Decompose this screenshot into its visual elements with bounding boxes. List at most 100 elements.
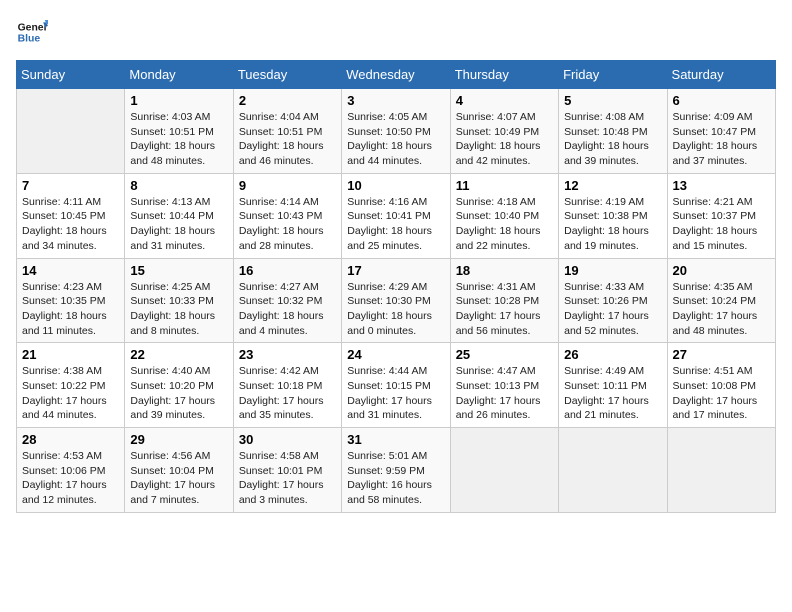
calendar-cell: 25 Sunrise: 4:47 AM Sunset: 10:13 PM Dayl… bbox=[450, 343, 558, 428]
svg-text:General: General bbox=[18, 22, 48, 33]
calendar-cell: 31Sunrise: 5:01 AM Sunset: 9:59 PM Dayli… bbox=[342, 428, 450, 513]
day-info: Sunrise: 4:40 AM Sunset: 10:20 PM Daylig… bbox=[130, 364, 227, 423]
day-info: Sunrise: 4:08 AM Sunset: 10:48 PM Daylig… bbox=[564, 110, 661, 169]
day-info: Sunrise: 4:56 AM Sunset: 10:04 PM Daylig… bbox=[130, 449, 227, 508]
day-number: 13 bbox=[673, 178, 770, 193]
weekday-header-sunday: Sunday bbox=[17, 61, 125, 89]
weekday-header-friday: Friday bbox=[559, 61, 667, 89]
calendar-cell: 24 Sunrise: 4:44 AM Sunset: 10:15 PM Dayl… bbox=[342, 343, 450, 428]
day-number: 4 bbox=[456, 93, 553, 108]
day-info: Sunrise: 4:49 AM Sunset: 10:11 PM Daylig… bbox=[564, 364, 661, 423]
calendar-cell bbox=[17, 89, 125, 174]
page-header: General Blue bbox=[16, 16, 776, 48]
day-info: Sunrise: 4:07 AM Sunset: 10:49 PM Daylig… bbox=[456, 110, 553, 169]
day-number: 21 bbox=[22, 347, 119, 362]
day-number: 28 bbox=[22, 432, 119, 447]
day-number: 16 bbox=[239, 263, 336, 278]
calendar-cell: 1 Sunrise: 4:03 AM Sunset: 10:51 PM Dayli… bbox=[125, 89, 233, 174]
day-number: 7 bbox=[22, 178, 119, 193]
day-number: 19 bbox=[564, 263, 661, 278]
day-info: Sunrise: 4:47 AM Sunset: 10:13 PM Daylig… bbox=[456, 364, 553, 423]
day-info: Sunrise: 4:58 AM Sunset: 10:01 PM Daylig… bbox=[239, 449, 336, 508]
calendar-week-row: 7 Sunrise: 4:11 AM Sunset: 10:45 PM Dayli… bbox=[17, 173, 776, 258]
calendar-week-row: 28 Sunrise: 4:53 AM Sunset: 10:06 PM Dayl… bbox=[17, 428, 776, 513]
logo-icon: General Blue bbox=[16, 16, 48, 48]
day-number: 10 bbox=[347, 178, 444, 193]
calendar-cell: 16 Sunrise: 4:27 AM Sunset: 10:32 PM Dayl… bbox=[233, 258, 341, 343]
day-number: 18 bbox=[456, 263, 553, 278]
calendar-cell: 6 Sunrise: 4:09 AM Sunset: 10:47 PM Dayli… bbox=[667, 89, 775, 174]
calendar-cell: 7 Sunrise: 4:11 AM Sunset: 10:45 PM Dayli… bbox=[17, 173, 125, 258]
calendar-cell bbox=[450, 428, 558, 513]
weekday-header-row: SundayMondayTuesdayWednesdayThursdayFrid… bbox=[17, 61, 776, 89]
day-number: 11 bbox=[456, 178, 553, 193]
day-number: 15 bbox=[130, 263, 227, 278]
day-info: Sunrise: 4:05 AM Sunset: 10:50 PM Daylig… bbox=[347, 110, 444, 169]
day-info: Sunrise: 4:25 AM Sunset: 10:33 PM Daylig… bbox=[130, 280, 227, 339]
calendar-cell: 17Sunrise: 4:29 AM Sunset: 10:30 PM Dayl… bbox=[342, 258, 450, 343]
day-info: Sunrise: 4:14 AM Sunset: 10:43 PM Daylig… bbox=[239, 195, 336, 254]
day-number: 29 bbox=[130, 432, 227, 447]
calendar-table: SundayMondayTuesdayWednesdayThursdayFrid… bbox=[16, 60, 776, 513]
calendar-cell: 9 Sunrise: 4:14 AM Sunset: 10:43 PM Dayli… bbox=[233, 173, 341, 258]
day-number: 1 bbox=[130, 93, 227, 108]
day-info: Sunrise: 5:01 AM Sunset: 9:59 PM Dayligh… bbox=[347, 449, 444, 508]
calendar-cell: 8Sunrise: 4:13 AM Sunset: 10:44 PM Dayli… bbox=[125, 173, 233, 258]
calendar-cell: 26 Sunrise: 4:49 AM Sunset: 10:11 PM Dayl… bbox=[559, 343, 667, 428]
calendar-cell: 14 Sunrise: 4:23 AM Sunset: 10:35 PM Dayl… bbox=[17, 258, 125, 343]
svg-text:Blue: Blue bbox=[18, 34, 41, 45]
calendar-cell: 27 Sunrise: 4:51 AM Sunset: 10:08 PM Dayl… bbox=[667, 343, 775, 428]
day-number: 9 bbox=[239, 178, 336, 193]
day-info: Sunrise: 4:42 AM Sunset: 10:18 PM Daylig… bbox=[239, 364, 336, 423]
calendar-week-row: 14 Sunrise: 4:23 AM Sunset: 10:35 PM Dayl… bbox=[17, 258, 776, 343]
day-info: Sunrise: 4:38 AM Sunset: 10:22 PM Daylig… bbox=[22, 364, 119, 423]
calendar-cell: 4 Sunrise: 4:07 AM Sunset: 10:49 PM Dayli… bbox=[450, 89, 558, 174]
day-info: Sunrise: 4:31 AM Sunset: 10:28 PM Daylig… bbox=[456, 280, 553, 339]
calendar-cell: 5 Sunrise: 4:08 AM Sunset: 10:48 PM Dayli… bbox=[559, 89, 667, 174]
calendar-cell: 19 Sunrise: 4:33 AM Sunset: 10:26 PM Dayl… bbox=[559, 258, 667, 343]
calendar-cell: 20 Sunrise: 4:35 AM Sunset: 10:24 PM Dayl… bbox=[667, 258, 775, 343]
calendar-cell: 3 Sunrise: 4:05 AM Sunset: 10:50 PM Dayli… bbox=[342, 89, 450, 174]
day-info: Sunrise: 4:44 AM Sunset: 10:15 PM Daylig… bbox=[347, 364, 444, 423]
day-number: 22 bbox=[130, 347, 227, 362]
day-number: 23 bbox=[239, 347, 336, 362]
day-number: 6 bbox=[673, 93, 770, 108]
day-info: Sunrise: 4:03 AM Sunset: 10:51 PM Daylig… bbox=[130, 110, 227, 169]
calendar-cell: 2 Sunrise: 4:04 AM Sunset: 10:51 PM Dayli… bbox=[233, 89, 341, 174]
calendar-cell: 12 Sunrise: 4:19 AM Sunset: 10:38 PM Dayl… bbox=[559, 173, 667, 258]
day-number: 24 bbox=[347, 347, 444, 362]
day-number: 5 bbox=[564, 93, 661, 108]
day-number: 2 bbox=[239, 93, 336, 108]
weekday-header-monday: Monday bbox=[125, 61, 233, 89]
day-number: 25 bbox=[456, 347, 553, 362]
day-number: 27 bbox=[673, 347, 770, 362]
weekday-header-saturday: Saturday bbox=[667, 61, 775, 89]
calendar-cell: 28 Sunrise: 4:53 AM Sunset: 10:06 PM Dayl… bbox=[17, 428, 125, 513]
day-info: Sunrise: 4:33 AM Sunset: 10:26 PM Daylig… bbox=[564, 280, 661, 339]
day-number: 14 bbox=[22, 263, 119, 278]
weekday-header-tuesday: Tuesday bbox=[233, 61, 341, 89]
calendar-cell: 15 Sunrise: 4:25 AM Sunset: 10:33 PM Dayl… bbox=[125, 258, 233, 343]
day-number: 26 bbox=[564, 347, 661, 362]
calendar-cell: 13Sunrise: 4:21 AM Sunset: 10:37 PM Dayl… bbox=[667, 173, 775, 258]
day-info: Sunrise: 4:18 AM Sunset: 10:40 PM Daylig… bbox=[456, 195, 553, 254]
calendar-cell: 18 Sunrise: 4:31 AM Sunset: 10:28 PM Dayl… bbox=[450, 258, 558, 343]
day-info: Sunrise: 4:04 AM Sunset: 10:51 PM Daylig… bbox=[239, 110, 336, 169]
calendar-week-row: 1 Sunrise: 4:03 AM Sunset: 10:51 PM Dayli… bbox=[17, 89, 776, 174]
day-number: 12 bbox=[564, 178, 661, 193]
day-info: Sunrise: 4:27 AM Sunset: 10:32 PM Daylig… bbox=[239, 280, 336, 339]
calendar-cell: 21 Sunrise: 4:38 AM Sunset: 10:22 PM Dayl… bbox=[17, 343, 125, 428]
day-number: 8 bbox=[130, 178, 227, 193]
calendar-cell: 29 Sunrise: 4:56 AM Sunset: 10:04 PM Dayl… bbox=[125, 428, 233, 513]
calendar-cell: 30 Sunrise: 4:58 AM Sunset: 10:01 PM Dayl… bbox=[233, 428, 341, 513]
day-info: Sunrise: 4:09 AM Sunset: 10:47 PM Daylig… bbox=[673, 110, 770, 169]
day-number: 20 bbox=[673, 263, 770, 278]
day-number: 3 bbox=[347, 93, 444, 108]
day-info: Sunrise: 4:35 AM Sunset: 10:24 PM Daylig… bbox=[673, 280, 770, 339]
day-info: Sunrise: 4:11 AM Sunset: 10:45 PM Daylig… bbox=[22, 195, 119, 254]
day-info: Sunrise: 4:23 AM Sunset: 10:35 PM Daylig… bbox=[22, 280, 119, 339]
day-number: 30 bbox=[239, 432, 336, 447]
day-info: Sunrise: 4:53 AM Sunset: 10:06 PM Daylig… bbox=[22, 449, 119, 508]
day-info: Sunrise: 4:51 AM Sunset: 10:08 PM Daylig… bbox=[673, 364, 770, 423]
day-info: Sunrise: 4:19 AM Sunset: 10:38 PM Daylig… bbox=[564, 195, 661, 254]
